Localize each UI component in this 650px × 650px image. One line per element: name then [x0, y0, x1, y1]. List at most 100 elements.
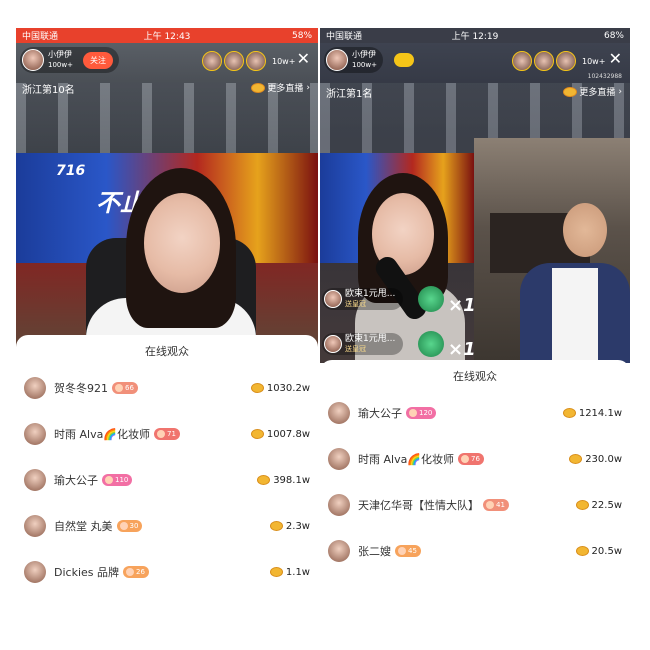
heart-icon: [126, 568, 134, 576]
viewer-avatar[interactable]: [224, 51, 244, 71]
viewer-avatar[interactable]: [24, 377, 46, 399]
more-live-link[interactable]: 更多直播 ›: [252, 81, 310, 94]
heart-icon: [461, 455, 470, 463]
host-avatar[interactable]: [22, 49, 44, 71]
top-viewers[interactable]: 10w+: [202, 51, 295, 71]
guest-shirt: [552, 268, 598, 363]
backdrop-text-number: 716: [56, 163, 86, 179]
fan-level-badge: 120: [406, 407, 437, 419]
fan-level: 66: [125, 384, 134, 392]
viewer-avatar[interactable]: [246, 51, 266, 71]
top-viewers[interactable]: 10w+: [512, 51, 605, 71]
coin-icon: [570, 455, 582, 463]
live-header: 小伊伊 100w+ 10w+ ✕ 102432988 浙江第1名 更多直播 ›: [320, 43, 630, 105]
viewer-avatar[interactable]: [202, 51, 222, 71]
viewer-row[interactable]: 时雨 Alva🌈化妆师 71 1007.8w: [16, 411, 318, 457]
viewer-avatar[interactable]: [512, 51, 532, 71]
viewer-avatar[interactable]: [328, 402, 350, 424]
online-viewers-sheet: 在线观众 贺冬冬921 66 1030.2w 时雨 Alva🌈化妆师 71 1007.8w…: [16, 335, 318, 586]
more-live-label: 更多直播: [267, 84, 304, 94]
host-info-pill[interactable]: 小伊伊 100w+ 关注: [20, 47, 119, 73]
viewer-avatar[interactable]: [328, 448, 350, 470]
viewer-name: 瑜大公子: [358, 407, 402, 420]
viewer-avatar[interactable]: [534, 51, 554, 71]
fan-level-badge: 45: [395, 545, 421, 557]
viewer-row[interactable]: 天津亿华哥【性情大队】 41 22.5w: [320, 482, 630, 528]
planet-icon: [252, 83, 265, 92]
fan-level: 110: [115, 476, 129, 484]
viewer-row[interactable]: 时雨 Alva🌈化妆师 76 230.0w: [320, 436, 630, 482]
more-live-link[interactable]: 更多直播 ›: [564, 85, 622, 98]
chevron-right-icon: ›: [618, 86, 622, 97]
coin-icon: [576, 547, 588, 555]
coin-icon: [251, 430, 263, 438]
host-name: 小伊伊: [48, 50, 72, 59]
crown-icon: [394, 53, 414, 67]
viewer-avatar[interactable]: [24, 561, 46, 583]
close-icon[interactable]: ✕: [297, 51, 310, 67]
host-info-pill[interactable]: 小伊伊 100w+: [324, 47, 383, 73]
heart-icon: [486, 501, 494, 509]
gift-description: 送皇冠: [345, 300, 366, 308]
crown-gift-icon: [418, 331, 444, 357]
viewer-row[interactable]: 寿哥❗战无不胜!10.7w: [320, 574, 630, 586]
contribution-score: 2.3w: [285, 520, 310, 532]
coin-icon: [258, 476, 270, 484]
viewer-avatar[interactable]: [24, 423, 46, 445]
viewer-name: 自然堂 丸美: [54, 520, 113, 533]
viewer-name: Dickies 品牌: [54, 566, 119, 579]
crown-gift-icon: [418, 286, 444, 312]
viewer-row[interactable]: 贺冬冬921 66 1030.2w: [16, 365, 318, 411]
coin-icon: [251, 384, 263, 392]
host-face: [144, 193, 220, 293]
viewer-avatar[interactable]: [24, 515, 46, 537]
contribution-score: 398.1w: [273, 474, 310, 486]
viewer-name: 瑜大公子: [54, 474, 98, 487]
host-likes: 100w+: [352, 61, 377, 69]
fan-level: 76: [471, 455, 480, 463]
viewer-name: 时雨 Alva🌈化妆师: [358, 453, 455, 466]
host-avatar[interactable]: [326, 49, 348, 71]
viewer-row[interactable]: 张二嫂 45 20.5w: [320, 528, 630, 574]
gift-count: ×1: [448, 295, 476, 316]
fan-level-badge: 41: [483, 499, 509, 511]
gifter-avatar: [324, 335, 342, 353]
viewer-count[interactable]: 10w+: [582, 57, 605, 66]
fan-level-badge: 76: [458, 453, 484, 465]
host-likes: 100w+: [48, 61, 73, 69]
coin-icon: [563, 409, 575, 417]
viewer-row[interactable]: 瑜大公子 110 398.1w: [16, 457, 318, 503]
viewer-avatar[interactable]: [328, 494, 350, 516]
gift-description: 送皇冠: [345, 345, 366, 353]
fan-level: 26: [136, 568, 145, 576]
contribution-score: 1007.8w: [266, 428, 310, 440]
viewer-avatar[interactable]: [556, 51, 576, 71]
left-live-screen: 中国联通 上午 12:43 58% 716 不止 小伊伊 100w+ 关注 10…: [16, 28, 318, 586]
heart-icon: [157, 430, 166, 438]
gifter-name: 欧束1元甩...: [345, 334, 396, 344]
viewer-row[interactable]: Dickies 品牌 26 1.1w: [16, 549, 318, 586]
viewer-count[interactable]: 10w+: [272, 57, 295, 66]
fan-level: 71: [167, 430, 176, 438]
fan-level-badge: 26: [123, 566, 149, 578]
status-bar: 中国联通 上午 12:43 58%: [16, 28, 318, 43]
region-rank[interactable]: 浙江第10名: [22, 81, 75, 96]
fan-level: 120: [419, 409, 433, 417]
host-name: 小伊伊: [352, 50, 376, 59]
viewer-avatar[interactable]: [24, 469, 46, 491]
heart-icon: [409, 409, 417, 417]
heart-icon: [119, 522, 128, 530]
viewer-row[interactable]: 瑜大公子 120 1214.1w: [320, 390, 630, 436]
fan-level: 30: [129, 522, 139, 530]
carrier-label: 中国联通: [22, 32, 59, 42]
viewer-row[interactable]: 自然堂 丸美 30 2.3w: [16, 503, 318, 549]
live-header: 小伊伊 100w+ 关注 10w+ ✕ 浙江第10名 更多直播 ›: [16, 43, 318, 105]
region-rank[interactable]: 浙江第1名: [326, 85, 372, 100]
gifter-avatar: [324, 290, 342, 308]
battery-level: 58%: [292, 30, 313, 41]
close-icon[interactable]: ✕: [609, 51, 622, 67]
follow-button[interactable]: 关注: [82, 51, 113, 69]
viewer-avatar[interactable]: [328, 540, 350, 562]
contribution-score: 1030.2w: [266, 382, 310, 394]
gift-notification: 欧束1元甩... 送皇冠: [322, 288, 404, 310]
